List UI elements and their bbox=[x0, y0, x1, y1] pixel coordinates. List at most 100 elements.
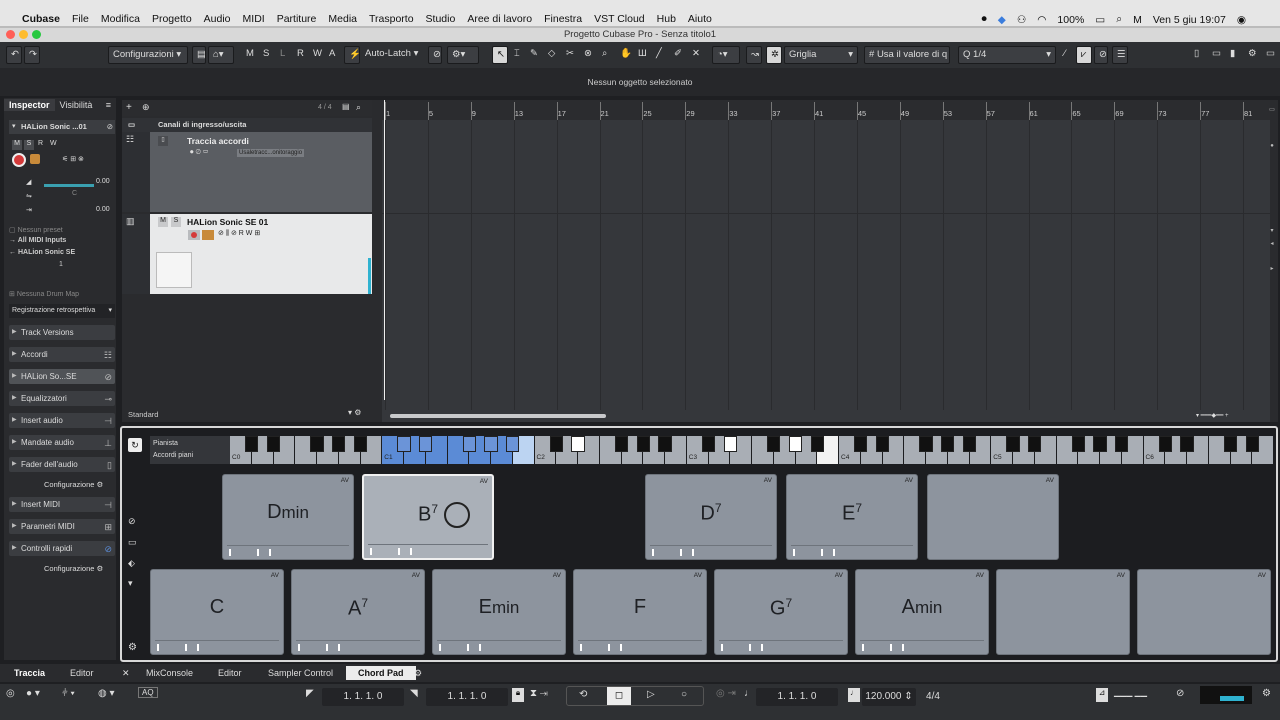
black-key[interactable] bbox=[1093, 436, 1107, 452]
right-locator-field[interactable]: 1. 1. 1. 0 bbox=[426, 688, 508, 706]
menu-audio[interactable]: Audio bbox=[204, 13, 231, 25]
menu-trasporto[interactable]: Trasporto bbox=[369, 13, 414, 25]
search-icon[interactable]: ⌕ bbox=[356, 102, 361, 113]
tag-icon[interactable]: ⬖ bbox=[128, 558, 135, 569]
monitor-button[interactable] bbox=[30, 154, 40, 164]
section-controlli-rapidi[interactable]: Controlli rapidi⊘ bbox=[9, 541, 115, 556]
black-key[interactable] bbox=[462, 436, 476, 452]
config-row-1[interactable]: Configurazione ⚙ bbox=[44, 480, 103, 489]
black-key[interactable] bbox=[875, 436, 890, 452]
panel-options-icon[interactable]: ⚙ bbox=[1262, 688, 1271, 699]
section-equalizzatori[interactable]: Equalizzatori⊸ bbox=[9, 391, 115, 406]
read-button[interactable]: R bbox=[38, 140, 48, 150]
chord-pad[interactable]: AV bbox=[996, 569, 1130, 655]
hand-tool-icon[interactable]: ✋ bbox=[616, 46, 632, 64]
locator-options-icon[interactable]: ⧗ ⇥ bbox=[530, 688, 548, 699]
black-key[interactable] bbox=[1071, 436, 1085, 452]
range-tool-icon[interactable]: ⌶ bbox=[510, 46, 526, 64]
position-field[interactable]: 1. 1. 1. 0 bbox=[756, 688, 838, 706]
section-accordi[interactable]: Accordi☷ bbox=[9, 347, 115, 362]
inspector-track-header[interactable]: ▾ HALion Sonic ...01 ⊘ bbox=[9, 120, 115, 134]
pencil-tool-icon[interactable]: ✎ bbox=[526, 46, 542, 64]
delay-value[interactable]: 0.00 bbox=[96, 206, 110, 213]
midi-input-field[interactable]: → All MIDI Inputs bbox=[9, 237, 115, 249]
iterative-quantize-button[interactable]: ⁄ bbox=[1060, 46, 1074, 64]
keyboard[interactable]: C0 C1 C2 C3 C4 C5 C6 bbox=[230, 436, 1274, 464]
quantize-apply-button[interactable]: ⩗ bbox=[1076, 46, 1092, 64]
left-locator-icon[interactable]: ◤ bbox=[306, 688, 314, 699]
edit-pads-icon[interactable]: ⊘ bbox=[128, 516, 136, 527]
volume-value[interactable]: 0.00 bbox=[96, 178, 110, 185]
solo-state-button[interactable]: S bbox=[259, 46, 273, 64]
black-key[interactable] bbox=[419, 436, 433, 452]
chord-track-buttons[interactable]: ⏺ ⊘ ▭ bbox=[190, 149, 208, 157]
show-left-zone-button[interactable]: ▯ bbox=[1190, 46, 1206, 64]
black-key[interactable] bbox=[310, 436, 324, 452]
snap-grid-icon[interactable]: ✲ bbox=[766, 46, 782, 64]
tab-editor[interactable]: Editor bbox=[218, 668, 242, 678]
menu-cubase[interactable]: Cubase bbox=[22, 13, 60, 25]
settings-gear-icon[interactable]: ⚙ bbox=[128, 642, 137, 653]
chord-pad[interactable]: AV D7 bbox=[645, 474, 777, 560]
black-key[interactable] bbox=[723, 436, 737, 452]
volume-slider[interactable] bbox=[44, 184, 94, 187]
black-key[interactable] bbox=[658, 436, 672, 452]
cycle-button[interactable]: ⟲ bbox=[579, 689, 587, 700]
black-key[interactable] bbox=[788, 436, 803, 452]
mute-tool-icon[interactable]: ✕ bbox=[688, 46, 704, 64]
listen-state-button[interactable]: L bbox=[276, 46, 290, 64]
metronome-icon[interactable]: ♩ bbox=[744, 688, 754, 699]
automation-a-button[interactable]: A bbox=[325, 46, 339, 64]
section-track-versions[interactable]: Track Versions bbox=[9, 325, 115, 340]
record-button[interactable]: ○ bbox=[681, 689, 687, 700]
black-key[interactable] bbox=[614, 436, 629, 452]
black-key[interactable] bbox=[571, 436, 585, 452]
chord-track-row[interactable]: ☷ Traccia accordi ▯ Usaletracc...onitora… bbox=[122, 132, 372, 212]
record-status-icon[interactable]: ⏺ bbox=[982, 13, 987, 26]
pan-value[interactable]: C bbox=[72, 190, 77, 197]
menu-finestra[interactable]: Finestra bbox=[544, 13, 582, 25]
configurations-select[interactable]: Configurazioni ▾ bbox=[108, 46, 188, 64]
cycle-record-icon[interactable]: ◍ ▾ bbox=[98, 688, 115, 699]
black-key[interactable] bbox=[397, 436, 411, 452]
audio-performance-icon[interactable]: ⊘ bbox=[1176, 688, 1184, 699]
snap-toggle-icon[interactable]: ↝ bbox=[746, 46, 762, 64]
black-key[interactable] bbox=[636, 436, 650, 452]
chord-pad[interactable]: AV E7 bbox=[786, 474, 918, 560]
instrument-track-mute[interactable]: M bbox=[158, 217, 168, 227]
stop-button[interactable]: ◻ bbox=[607, 687, 631, 705]
auto-link-button[interactable]: ⊘ bbox=[428, 46, 442, 64]
black-key[interactable] bbox=[353, 436, 368, 452]
list-view-button[interactable]: ☰ bbox=[1112, 46, 1128, 64]
quantize-mode-select[interactable]: # Usa il valore di q bbox=[864, 46, 950, 64]
menu-aree-di-lavoro[interactable]: Aree di lavoro bbox=[467, 13, 532, 25]
black-key[interactable] bbox=[266, 436, 281, 452]
zoom-window-button[interactable] bbox=[32, 30, 41, 39]
automation-mode-select[interactable]: Auto-Latch ▾ bbox=[361, 46, 426, 64]
black-key[interactable] bbox=[332, 436, 346, 452]
midi-output-field[interactable]: ← HALion Sonic SE bbox=[9, 249, 115, 261]
tab-visibility[interactable]: Visibilità bbox=[55, 100, 98, 110]
black-key[interactable] bbox=[810, 436, 824, 452]
black-key[interactable] bbox=[767, 436, 781, 452]
section-halion[interactable]: HALion So...SE⊘ bbox=[9, 369, 115, 384]
black-key[interactable] bbox=[919, 436, 933, 452]
chord-pad[interactable]: AV bbox=[927, 474, 1059, 560]
project-cursor[interactable] bbox=[384, 100, 385, 400]
tracklist-options-icon[interactable]: ▾ ⚙ bbox=[348, 408, 361, 417]
auto-quantize-button[interactable]: ⊘ bbox=[1094, 46, 1108, 64]
punch-icon[interactable]: ⫩ ▾ bbox=[62, 688, 75, 699]
eraser-tool-icon[interactable]: ◇ bbox=[544, 46, 560, 64]
add-track-folder-icon[interactable]: ⊕ bbox=[142, 102, 150, 113]
black-key[interactable] bbox=[701, 436, 716, 452]
inspector-menu-icon[interactable]: ≡ bbox=[101, 100, 116, 110]
instrument-record-button[interactable] bbox=[188, 230, 200, 240]
siri-icon[interactable]: ◉ bbox=[1237, 14, 1246, 26]
battery-label[interactable]: 100% bbox=[1057, 14, 1084, 26]
black-key[interactable] bbox=[1245, 436, 1259, 452]
menu-media[interactable]: Media bbox=[328, 13, 357, 25]
read-automation-button[interactable]: R bbox=[293, 46, 307, 64]
tab-sampler-control[interactable]: Sampler Control bbox=[268, 668, 333, 678]
section-mandate-audio[interactable]: Mandate audio⊥ bbox=[9, 435, 115, 450]
show-lower-zone-button[interactable]: ▭ bbox=[1208, 46, 1224, 64]
